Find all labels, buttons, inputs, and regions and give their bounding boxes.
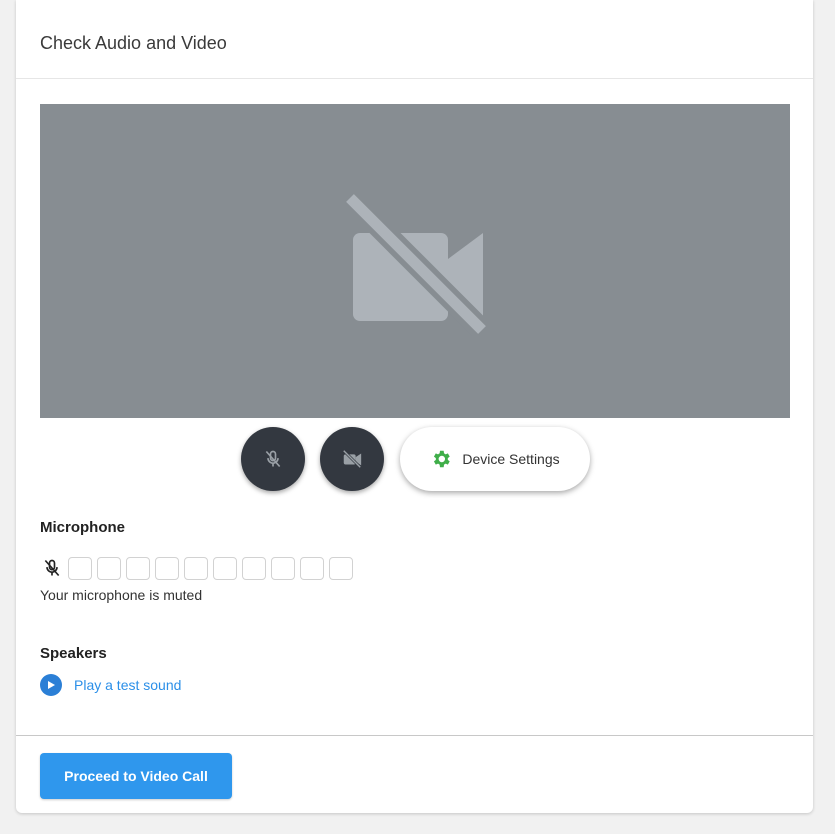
speakers-title: Speakers — [40, 645, 107, 662]
level-segment — [300, 556, 324, 580]
level-segment — [329, 556, 353, 580]
device-settings-label: Device Settings — [462, 451, 560, 467]
level-segment — [184, 556, 208, 580]
device-settings-button[interactable]: Device Settings — [400, 427, 590, 491]
level-segment — [126, 556, 150, 580]
level-segment — [271, 556, 295, 580]
mic-toggle-button[interactable] — [241, 427, 305, 491]
video-off-icon — [342, 190, 490, 336]
card-footer: Proceed to Video Call — [16, 735, 813, 813]
level-segment — [213, 556, 237, 580]
microphone-status: Your microphone is muted — [40, 587, 203, 603]
proceed-to-video-call-button[interactable]: Proceed to Video Call — [40, 753, 232, 799]
camera-toggle-button[interactable] — [320, 427, 384, 491]
play-test-sound-link[interactable]: Play a test sound — [40, 674, 181, 696]
level-segment — [155, 556, 179, 580]
level-segment — [242, 556, 266, 580]
level-segment — [68, 556, 92, 580]
card-header: Check Audio and Video — [16, 0, 813, 79]
audio-video-check-card: Check Audio and Video Device Settings Mi… — [16, 0, 813, 813]
play-test-sound-label: Play a test sound — [74, 677, 182, 693]
mic-off-icon — [40, 556, 68, 580]
play-icon — [40, 674, 62, 696]
microphone-level-meter — [40, 555, 358, 581]
mic-off-icon — [265, 450, 281, 468]
level-segments — [68, 556, 358, 580]
video-preview — [40, 104, 790, 418]
microphone-title: Microphone — [40, 519, 125, 536]
media-controls: Device Settings — [16, 427, 813, 491]
gear-icon — [434, 450, 451, 468]
level-segment — [97, 556, 121, 580]
page-title: Check Audio and Video — [40, 32, 227, 53]
video-off-icon — [342, 449, 362, 469]
